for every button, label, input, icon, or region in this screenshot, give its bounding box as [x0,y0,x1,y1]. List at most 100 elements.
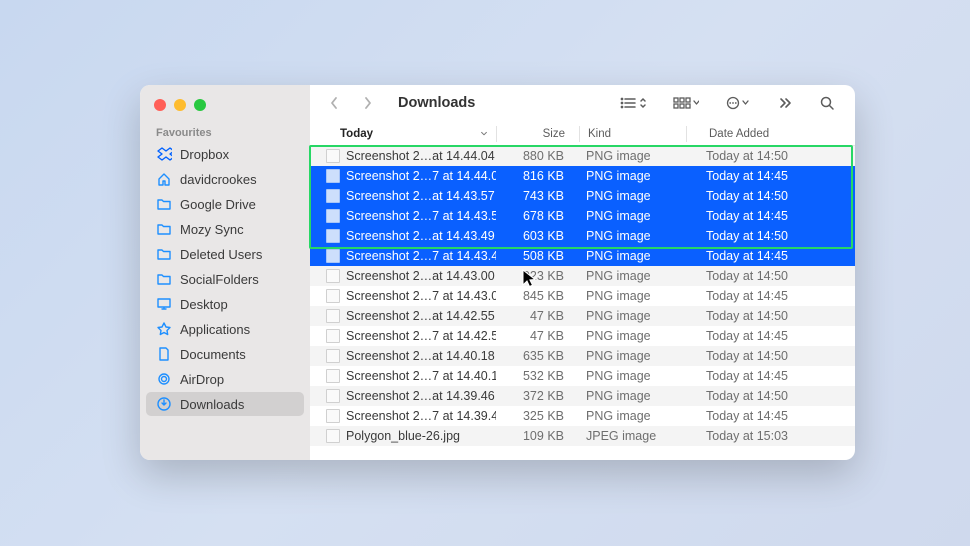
close-window-button[interactable] [154,99,166,111]
file-row[interactable]: Screenshot 2…7 at 14.40.18532 KBPNG imag… [310,366,855,386]
file-date: Today at 14:50 [684,349,855,363]
column-date[interactable]: Date Added [687,123,855,145]
sidebar-item-mozy-sync[interactable]: Mozy Sync [146,217,304,241]
action-menu-icon [725,95,751,111]
file-name: Screenshot 2…7 at 14.43.57 [346,209,496,223]
sidebar-item-downloads[interactable]: Downloads [146,392,304,416]
more-button[interactable] [769,95,801,111]
folder-icon [156,271,172,287]
group-button[interactable] [665,95,707,111]
file-row[interactable]: Screenshot 2…at 14.42.55 247 KBPNG image… [310,306,855,326]
file-size: 880 KB [496,149,578,163]
action-button[interactable] [717,95,759,111]
file-name-cell: Screenshot 2…7 at 14.42.55 [310,329,496,343]
file-icon [326,389,340,403]
window-title: Downloads [398,95,475,111]
documents-icon [156,346,172,362]
sidebar-item-desktop[interactable]: Desktop [146,292,304,316]
file-date: Today at 14:50 [684,189,855,203]
fullscreen-window-button[interactable] [194,99,206,111]
sidebar: Favourites Dropbox davidcrookes Google Dri… [140,85,310,460]
file-size: 635 KB [496,349,578,363]
file-date: Today at 14:50 [684,269,855,283]
file-kind: PNG image [578,209,684,223]
sidebar-item-label: davidcrookes [180,172,257,187]
sidebar-item-label: Google Drive [180,197,256,212]
column-date-label: Date Added [709,128,769,140]
file-row[interactable]: Screenshot 2…7 at 14.43.57678 KBPNG imag… [310,206,855,226]
file-row[interactable]: Screenshot 2…at 14.40.18 2635 KBPNG imag… [310,346,855,366]
file-icon [326,329,340,343]
file-icon [326,249,340,263]
file-date: Today at 14:45 [684,369,855,383]
file-kind: PNG image [578,289,684,303]
file-size: 109 KB [496,429,578,443]
file-row[interactable]: Screenshot 2…at 14.43.57 2743 KBPNG imag… [310,186,855,206]
sidebar-section-label: Favourites [140,121,310,141]
sidebar-item-label: Applications [180,322,250,337]
sidebar-item-dropbox[interactable]: Dropbox [146,142,304,166]
file-row[interactable]: Screenshot 2…7 at 14.43.00845 KBPNG imag… [310,286,855,306]
file-icon [326,269,340,283]
file-size: 603 KB [496,229,578,243]
file-icon [326,349,340,363]
file-row[interactable]: Screenshot 2…7 at 14.44.04816 KBPNG imag… [310,166,855,186]
file-date: Today at 14:45 [684,329,855,343]
chevron-left-icon [326,95,342,111]
file-row[interactable]: Screenshot 2…7 at 14.39.46325 KBPNG imag… [310,406,855,426]
sidebar-item-davidcrookes[interactable]: davidcrookes [146,167,304,191]
toolbar: Downloads [310,85,855,123]
sidebar-item-applications[interactable]: Applications [146,317,304,341]
file-kind: PNG image [578,309,684,323]
sidebar-item-deleted-users[interactable]: Deleted Users [146,242,304,266]
search-button[interactable] [811,95,843,111]
file-size: 816 KB [496,169,578,183]
file-size: 47 KB [496,309,578,323]
file-row[interactable]: Screenshot 2…7 at 14.43.49508 KBPNG imag… [310,246,855,266]
file-name: Screenshot 2…7 at 14.39.46 [346,409,496,423]
sort-indicator-icon [480,130,488,138]
file-row[interactable]: Polygon_blue-26.jpg109 KBJPEG imageToday… [310,426,855,446]
folder-icon [156,196,172,212]
file-row[interactable]: Screenshot 2…at 14.43.00 2923 KBPNG imag… [310,266,855,286]
file-name-cell: Screenshot 2…at 14.40.18 2 [310,349,496,363]
sidebar-item-google-drive[interactable]: Google Drive [146,192,304,216]
file-row[interactable]: Screenshot 2…at 14.39.46 2372 KBPNG imag… [310,386,855,406]
folder-icon [156,246,172,262]
file-icon [326,149,340,163]
forward-button[interactable] [356,91,380,115]
file-name-cell: Screenshot 2…at 14.39.46 2 [310,389,496,403]
file-list[interactable]: Screenshot 2…at 14.44.04 2880 KBPNG imag… [310,146,855,460]
column-kind[interactable]: Kind [580,123,686,145]
file-name: Screenshot 2…7 at 14.43.49 [346,249,496,263]
column-name[interactable]: Today [310,123,496,145]
file-name: Screenshot 2…at 14.40.18 2 [346,349,496,363]
applications-icon [156,321,172,337]
file-date: Today at 15:03 [684,429,855,443]
file-kind: PNG image [578,369,684,383]
column-size[interactable]: Size [497,123,579,145]
file-name: Screenshot 2…at 14.42.55 2 [346,309,496,323]
minimize-window-button[interactable] [174,99,186,111]
sidebar-item-socialfolders[interactable]: SocialFolders [146,267,304,291]
file-name-cell: Screenshot 2…at 14.44.04 2 [310,149,496,163]
file-size: 325 KB [496,409,578,423]
sidebar-item-airdrop[interactable]: AirDrop [146,367,304,391]
file-row[interactable]: Screenshot 2…7 at 14.42.5547 KBPNG image… [310,326,855,346]
back-button[interactable] [322,91,346,115]
file-date: Today at 14:50 [684,309,855,323]
file-name-cell: Screenshot 2…at 14.43.57 2 [310,189,496,203]
file-icon [326,309,340,323]
file-row[interactable]: Screenshot 2…at 14.44.04 2880 KBPNG imag… [310,146,855,166]
sidebar-item-documents[interactable]: Documents [146,342,304,366]
sidebar-item-label: AirDrop [180,372,224,387]
view-list-button[interactable] [611,95,655,111]
file-kind: PNG image [578,189,684,203]
file-name: Screenshot 2…at 14.43.00 2 [346,269,496,283]
file-size: 372 KB [496,389,578,403]
sidebar-item-label: Dropbox [180,147,229,162]
column-size-label: Size [543,128,565,140]
file-row[interactable]: Screenshot 2…at 14.43.49 2603 KBPNG imag… [310,226,855,246]
file-date: Today at 14:50 [684,149,855,163]
file-kind: PNG image [578,169,684,183]
